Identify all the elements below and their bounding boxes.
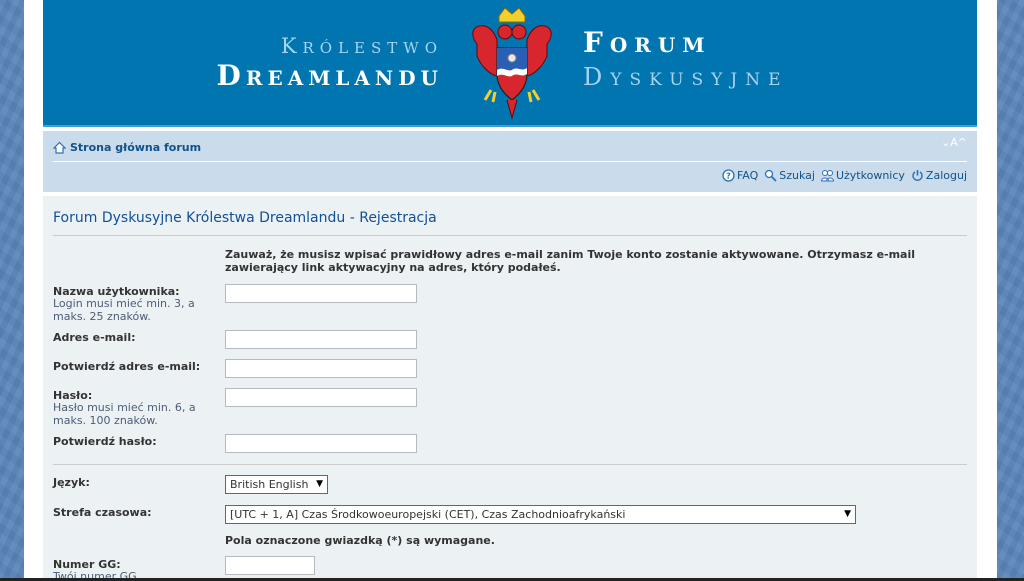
navbar-divider	[53, 161, 967, 162]
faq-icon: ?	[722, 169, 735, 182]
registration-panel: Forum Dyskusyjne Królestwa Dreamlandu - …	[43, 196, 977, 581]
timezone-label: Strefa czasowa:	[53, 506, 152, 519]
email-input[interactable]	[225, 330, 417, 349]
section-divider	[53, 464, 967, 465]
search-link[interactable]: Szukaj	[764, 169, 815, 182]
coat-of-arms-eagle-icon[interactable]	[467, 4, 557, 122]
header-dreamland-text: Dreamlandu	[216, 59, 443, 92]
faq-label: FAQ	[736, 169, 759, 182]
email-notice: Zauważ, że musisz wpisać prawidłowy adre…	[225, 248, 916, 274]
password-confirm-label: Potwierdź hasło:	[53, 435, 157, 448]
language-selected-value: British English	[230, 478, 309, 491]
username-hint: Login musi mieć min. 3, a maks. 25 znakó…	[53, 297, 195, 323]
users-icon	[820, 170, 834, 182]
password-hint: Hasło musi mieć min. 6, a maks. 100 znak…	[53, 401, 196, 427]
navbar: Strona główna forum ⌄A^ ? FAQ Szukaj Uży…	[43, 131, 977, 192]
timezone-selected-value: [UTC + 1, A] Czas Środkowoeuropejski (CE…	[230, 508, 626, 521]
language-label: Język:	[53, 476, 90, 489]
page-title: Forum Dyskusyjne Królestwa Dreamlandu - …	[53, 210, 437, 226]
home-icon	[53, 141, 66, 154]
power-icon	[912, 170, 923, 181]
search-label: Szukaj	[779, 169, 815, 182]
header-title-left: Królestwo Dreamlandu	[217, 34, 443, 94]
quick-links: ? FAQ Szukaj Użytkownicy Zaloguj	[722, 169, 967, 182]
page-wrapper: Królestwo Dreamlandu Forum Dyskusyjne St…	[24, 0, 997, 581]
site-header: Królestwo Dreamlandu Forum Dyskusyjne	[43, 0, 977, 127]
username-input[interactable]	[225, 284, 417, 303]
language-select[interactable]: British English ▼	[225, 475, 328, 494]
email-confirm-label: Potwierdź adres e-mail:	[53, 360, 201, 373]
header-forum-text: Forum	[583, 26, 712, 59]
header-kingdom-text: Królestwo	[280, 34, 443, 58]
breadcrumb-home-link[interactable]: Strona główna forum	[70, 141, 201, 154]
email-label: Adres e-mail:	[53, 331, 136, 344]
faq-link[interactable]: ? FAQ	[722, 169, 758, 182]
users-label: Użytkownicy	[835, 169, 905, 182]
title-divider	[53, 235, 967, 236]
password-confirm-input[interactable]	[225, 434, 417, 453]
required-fields-note: Pola oznaczone gwiazdką (*) są wymagane.	[225, 534, 495, 547]
email-confirm-input[interactable]	[225, 359, 417, 378]
header-discussion-text: Dyskusyjne	[583, 63, 789, 91]
font-size-control[interactable]: ⌄A^	[941, 136, 967, 149]
gg-input[interactable]	[225, 556, 315, 575]
login-label: Zaloguj	[925, 169, 967, 182]
dropdown-arrow-icon: ▼	[316, 479, 323, 489]
breadcrumb: Strona główna forum	[53, 141, 201, 154]
header-title-right: Forum Dyskusyjne	[583, 26, 789, 94]
search-icon	[765, 169, 777, 182]
timezone-select[interactable]: [UTC + 1, A] Czas Środkowoeuropejski (CE…	[225, 505, 856, 524]
dropdown-arrow-icon: ▼	[844, 509, 851, 519]
login-link[interactable]: Zaloguj	[911, 169, 967, 182]
password-input[interactable]	[225, 388, 417, 407]
users-link[interactable]: Użytkownicy	[820, 169, 905, 182]
svg-text:?: ?	[726, 172, 731, 181]
